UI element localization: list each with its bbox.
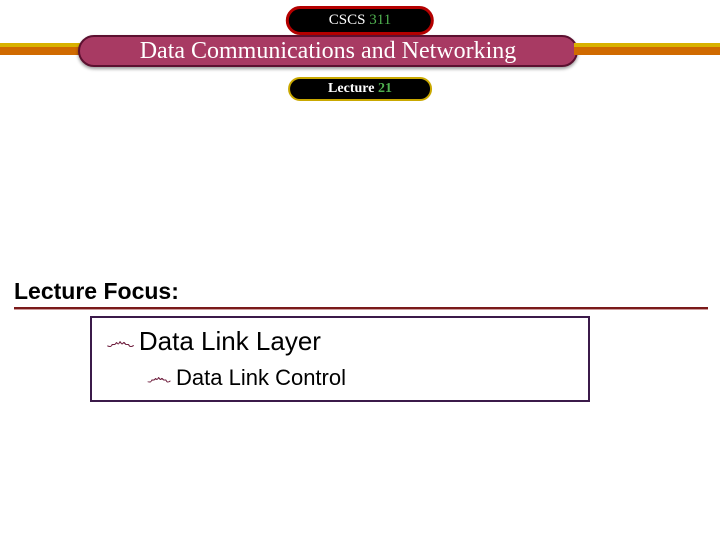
course-number: 311 bbox=[369, 12, 391, 28]
title-bar: Data Communications and Networking bbox=[0, 35, 720, 67]
accent-bar-right bbox=[574, 43, 720, 59]
course-code-pill: CSCS 311 bbox=[286, 6, 434, 35]
lecture-focus-box: ෴ Data Link Layer ෴ Data Link Control bbox=[90, 316, 590, 402]
lecture-number: 21 bbox=[378, 81, 392, 96]
focus-item-secondary: Data Link Control bbox=[176, 365, 346, 391]
horizontal-rule bbox=[14, 307, 708, 310]
course-prefix: CSCS bbox=[329, 12, 366, 28]
course-title-pill: Data Communications and Networking bbox=[78, 35, 578, 67]
course-title: Data Communications and Networking bbox=[140, 38, 517, 64]
focus-item-primary: Data Link Layer bbox=[139, 326, 321, 357]
lecture-number-pill: Lecture 21 bbox=[288, 77, 432, 101]
list-item: ෴ Data Link Control bbox=[92, 365, 588, 391]
lecture-focus-heading: Lecture Focus: bbox=[14, 278, 179, 305]
bullet-icon: ෴ bbox=[106, 331, 135, 353]
accent-bar-left bbox=[0, 43, 80, 59]
lecture-prefix: Lecture bbox=[328, 81, 374, 96]
list-item: ෴ Data Link Layer bbox=[92, 326, 588, 357]
bullet-icon: ෴ bbox=[146, 369, 171, 388]
